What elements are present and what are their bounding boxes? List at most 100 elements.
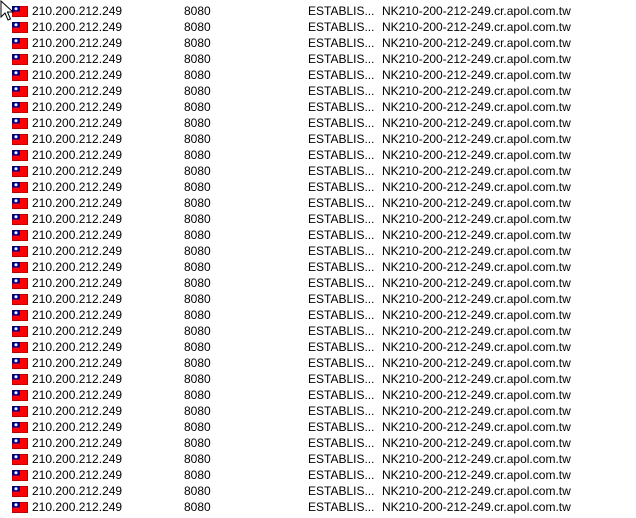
host-name-cell: NK210-200-212-249.cr.apol.com.tw	[382, 372, 571, 386]
host-name-cell: NK210-200-212-249.cr.apol.com.tw	[382, 324, 571, 338]
host-name-cell: NK210-200-212-249.cr.apol.com.tw	[382, 132, 571, 146]
remote-address-cell: 210.200.212.249	[32, 260, 123, 274]
state-cell: ESTABLIS...	[308, 68, 374, 82]
table-row[interactable]: 210.200.212.249 8080 ESTABLIS... NK210-200-…	[0, 179, 636, 195]
port-cell: 8080	[184, 20, 211, 34]
host-name-cell: NK210-200-212-249.cr.apol.com.tw	[382, 228, 571, 242]
table-row[interactable]: 210.200.212.249 8080 ESTABLIS... NK210-200-…	[0, 243, 636, 259]
remote-address-cell: 210.200.212.249	[32, 388, 123, 402]
table-row[interactable]: 210.200.212.249 8080 ESTABLIS... NK210-200-…	[0, 3, 636, 19]
table-row[interactable]: 210.200.212.249 8080 ESTABLIS... NK210-200-…	[0, 467, 636, 483]
remote-address-cell: 210.200.212.249	[32, 404, 123, 418]
table-row[interactable]: 210.200.212.249 8080 ESTABLIS... NK210-200-…	[0, 403, 636, 419]
table-row[interactable]: 210.200.212.249 8080 ESTABLIS... NK210-200-…	[0, 147, 636, 163]
taiwan-flag-icon	[12, 70, 28, 81]
state-cell: ESTABLIS...	[308, 212, 374, 226]
taiwan-flag-icon	[12, 134, 28, 145]
table-row[interactable]: 210.200.212.249 8080 ESTABLIS... NK210-200-…	[0, 211, 636, 227]
remote-address-cell: 210.200.212.249	[32, 180, 123, 194]
host-name-cell: NK210-200-212-249.cr.apol.com.tw	[382, 484, 571, 498]
table-row[interactable]: 210.200.212.249 8080 ESTABLIS... NK210-200-…	[0, 259, 636, 275]
table-row[interactable]: 210.200.212.249 8080 ESTABLIS... NK210-200-…	[0, 499, 636, 515]
remote-address-cell: 210.200.212.249	[32, 500, 123, 514]
port-cell: 8080	[184, 292, 211, 306]
host-name-cell: NK210-200-212-249.cr.apol.com.tw	[382, 52, 571, 66]
state-cell: ESTABLIS...	[308, 468, 374, 482]
host-name-cell: NK210-200-212-249.cr.apol.com.tw	[382, 388, 571, 402]
host-name-cell: NK210-200-212-249.cr.apol.com.tw	[382, 4, 571, 18]
state-cell: ESTABLIS...	[308, 20, 374, 34]
port-cell: 8080	[184, 132, 211, 146]
host-name-cell: NK210-200-212-249.cr.apol.com.tw	[382, 100, 571, 114]
taiwan-flag-icon	[12, 246, 28, 257]
state-cell: ESTABLIS...	[308, 180, 374, 194]
table-row[interactable]: 210.200.212.249 8080 ESTABLIS... NK210-200-…	[0, 131, 636, 147]
table-row[interactable]: 210.200.212.249 8080 ESTABLIS... NK210-200-…	[0, 19, 636, 35]
remote-address-cell: 210.200.212.249	[32, 436, 123, 450]
state-cell: ESTABLIS...	[308, 276, 374, 290]
table-row[interactable]: 210.200.212.249 8080 ESTABLIS... NK210-200-…	[0, 371, 636, 387]
state-cell: ESTABLIS...	[308, 4, 374, 18]
port-cell: 8080	[184, 52, 211, 66]
taiwan-flag-icon	[12, 150, 28, 161]
host-name-cell: NK210-200-212-249.cr.apol.com.tw	[382, 116, 571, 130]
table-row[interactable]: 210.200.212.249 8080 ESTABLIS... NK210-200-…	[0, 435, 636, 451]
state-cell: ESTABLIS...	[308, 388, 374, 402]
state-cell: ESTABLIS...	[308, 436, 374, 450]
port-cell: 8080	[184, 340, 211, 354]
port-cell: 8080	[184, 468, 211, 482]
state-cell: ESTABLIS...	[308, 420, 374, 434]
table-row[interactable]: 210.200.212.249 8080 ESTABLIS... NK210-200-…	[0, 227, 636, 243]
host-name-cell: NK210-200-212-249.cr.apol.com.tw	[382, 20, 571, 34]
port-cell: 8080	[184, 244, 211, 258]
host-name-cell: NK210-200-212-249.cr.apol.com.tw	[382, 260, 571, 274]
table-row[interactable]: 210.200.212.249 8080 ESTABLIS... NK210-200-…	[0, 83, 636, 99]
table-row[interactable]: 210.200.212.249 8080 ESTABLIS... NK210-200-…	[0, 99, 636, 115]
table-row[interactable]: 210.200.212.249 8080 ESTABLIS... NK210-200-…	[0, 451, 636, 467]
table-row[interactable]: 210.200.212.249 8080 ESTABLIS... NK210-200-…	[0, 67, 636, 83]
remote-address-cell: 210.200.212.249	[32, 324, 123, 338]
remote-address-cell: 210.200.212.249	[32, 100, 123, 114]
state-cell: ESTABLIS...	[308, 484, 374, 498]
port-cell: 8080	[184, 276, 211, 290]
table-row[interactable]: 210.200.212.249 8080 ESTABLIS... NK210-200-…	[0, 291, 636, 307]
host-name-cell: NK210-200-212-249.cr.apol.com.tw	[382, 356, 571, 370]
state-cell: ESTABLIS...	[308, 132, 374, 146]
taiwan-flag-icon	[12, 438, 28, 449]
host-name-cell: NK210-200-212-249.cr.apol.com.tw	[382, 276, 571, 290]
state-cell: ESTABLIS...	[308, 356, 374, 370]
state-cell: ESTABLIS...	[308, 36, 374, 50]
remote-address-cell: 210.200.212.249	[32, 196, 123, 210]
taiwan-flag-icon	[12, 326, 28, 337]
table-row[interactable]: 210.200.212.249 8080 ESTABLIS... NK210-200-…	[0, 355, 636, 371]
host-name-cell: NK210-200-212-249.cr.apol.com.tw	[382, 292, 571, 306]
table-row[interactable]: 210.200.212.249 8080 ESTABLIS... NK210-200-…	[0, 307, 636, 323]
remote-address-cell: 210.200.212.249	[32, 372, 123, 386]
connections-list: 210.200.212.249 8080 ESTABLIS... NK210-200-…	[0, 3, 636, 515]
remote-address-cell: 210.200.212.249	[32, 356, 123, 370]
table-row[interactable]: 210.200.212.249 8080 ESTABLIS... NK210-200-…	[0, 323, 636, 339]
table-row[interactable]: 210.200.212.249 8080 ESTABLIS... NK210-200-…	[0, 275, 636, 291]
table-row[interactable]: 210.200.212.249 8080 ESTABLIS... NK210-200-…	[0, 419, 636, 435]
remote-address-cell: 210.200.212.249	[32, 212, 123, 226]
table-row[interactable]: 210.200.212.249 8080 ESTABLIS... NK210-200-…	[0, 387, 636, 403]
table-row[interactable]: 210.200.212.249 8080 ESTABLIS... NK210-200-…	[0, 35, 636, 51]
host-name-cell: NK210-200-212-249.cr.apol.com.tw	[382, 196, 571, 210]
remote-address-cell: 210.200.212.249	[32, 116, 123, 130]
table-row[interactable]: 210.200.212.249 8080 ESTABLIS... NK210-200-…	[0, 163, 636, 179]
state-cell: ESTABLIS...	[308, 228, 374, 242]
taiwan-flag-icon	[12, 198, 28, 209]
table-row[interactable]: 210.200.212.249 8080 ESTABLIS... NK210-200-…	[0, 483, 636, 499]
table-row[interactable]: 210.200.212.249 8080 ESTABLIS... NK210-200-…	[0, 51, 636, 67]
remote-address-cell: 210.200.212.249	[32, 340, 123, 354]
state-cell: ESTABLIS...	[308, 84, 374, 98]
port-cell: 8080	[184, 324, 211, 338]
table-row[interactable]: 210.200.212.249 8080 ESTABLIS... NK210-200-…	[0, 195, 636, 211]
host-name-cell: NK210-200-212-249.cr.apol.com.tw	[382, 84, 571, 98]
table-row[interactable]: 210.200.212.249 8080 ESTABLIS... NK210-200-…	[0, 339, 636, 355]
state-cell: ESTABLIS...	[308, 100, 374, 114]
table-row[interactable]: 210.200.212.249 8080 ESTABLIS... NK210-200-…	[0, 115, 636, 131]
remote-address-cell: 210.200.212.249	[32, 52, 123, 66]
taiwan-flag-icon	[12, 390, 28, 401]
port-cell: 8080	[184, 116, 211, 130]
